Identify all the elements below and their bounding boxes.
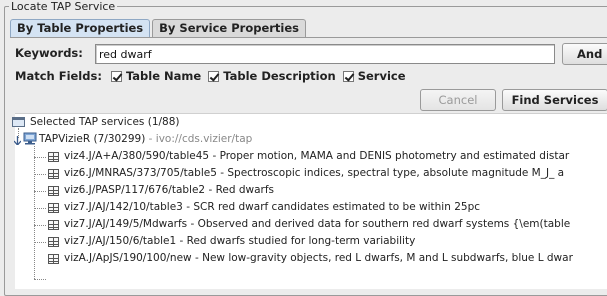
- service-label: Service: [357, 69, 406, 83]
- service-name: TAPVizieR (7/30299): [39, 133, 146, 145]
- table-row[interactable]: viz4.J/A+A/380/590/table45 - Proper moti…: [64, 149, 569, 164]
- tab-by-table-properties[interactable]: By Table Properties: [10, 19, 151, 38]
- table-icon: [48, 186, 59, 196]
- keywords-row: Keywords:: [15, 46, 83, 60]
- table-row[interactable]: viz7.J/AJ/150/6/table1 - Red dwarfs stud…: [64, 234, 415, 249]
- checkbox-checked-icon: [208, 70, 220, 82]
- tap-service-node[interactable]: TAPVizieR (7/30299) - ivo://cds.vizier/t…: [39, 132, 252, 147]
- tree-connector: [34, 242, 46, 243]
- cancel-button[interactable]: Cancel: [420, 89, 496, 111]
- service-ivoid: ivo://cds.vizier/tap: [155, 133, 253, 145]
- table-row[interactable]: viz7.J/AJ/142/10/table3 - SCR red dwarf …: [64, 200, 480, 215]
- checkbox-checked-icon: [110, 70, 122, 82]
- table-row[interactable]: viz6.J/PASP/117/676/table2 - Red dwarfs: [64, 183, 274, 198]
- table-icon: [48, 152, 59, 162]
- tree-connector: [34, 225, 46, 226]
- tree-connector: [34, 279, 46, 280]
- tab-bar: By Table Properties By Service Propertie…: [10, 19, 308, 38]
- keywords-label: Keywords:: [15, 46, 83, 60]
- checkbox-checked-icon: [342, 70, 354, 82]
- tree-connector: [34, 174, 46, 175]
- service-checkbox[interactable]: Service: [342, 69, 406, 83]
- table-row[interactable]: viz6.J/MNRAS/373/705/table5 - Spectrosco…: [64, 166, 564, 181]
- expand-toggle-icon[interactable]: [14, 136, 21, 145]
- table-name-label: Table Name: [125, 69, 202, 83]
- keywords-input[interactable]: [95, 44, 555, 64]
- tab-by-service-properties[interactable]: By Service Properties: [152, 19, 307, 37]
- tree-connector: [34, 157, 46, 158]
- table-row[interactable]: vizA.J/ApJS/190/100/new - New low-gravit…: [64, 251, 573, 266]
- match-fields-label: Match Fields:: [15, 69, 102, 83]
- table-description-checkbox[interactable]: Table Description: [208, 69, 336, 83]
- tree-connector: [34, 208, 46, 209]
- find-services-button[interactable]: Find Services: [502, 89, 607, 111]
- table-icon: [48, 203, 59, 213]
- table-row[interactable]: viz7.J/AJ/149/5/Mdwarfs - Observed and d…: [64, 217, 570, 232]
- tree-connector: [34, 191, 46, 192]
- tree-root-label[interactable]: Selected TAP services (1/88): [30, 115, 180, 130]
- match-fields-row: Match Fields: Table Name Table Descripti…: [15, 69, 413, 83]
- and-or-button[interactable]: And: [562, 43, 607, 65]
- table-icon: [48, 237, 59, 247]
- panel-title: Locate TAP Service: [9, 0, 118, 13]
- table-icon: [48, 169, 59, 179]
- folder-icon: [12, 117, 25, 127]
- table-name-checkbox[interactable]: Table Name: [110, 69, 202, 83]
- table-icon: [48, 254, 59, 264]
- tree-connector: [34, 146, 35, 279]
- table-description-label: Table Description: [223, 69, 336, 83]
- service-separator: -: [145, 133, 156, 145]
- table-icon: [48, 220, 59, 230]
- tap-service-icon: [23, 132, 37, 145]
